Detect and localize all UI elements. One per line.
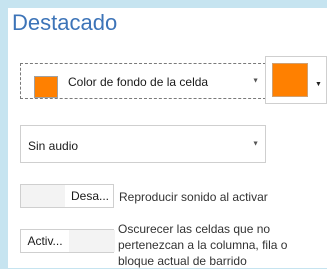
highlight-color-swatch — [34, 76, 58, 98]
color-picker-button[interactable]: ▼ — [265, 56, 327, 104]
toggle-state-label: Activ... — [27, 234, 63, 248]
toggle-on-slot — [69, 230, 115, 252]
description-line: pertenezcan a la columna, fila o — [118, 238, 288, 252]
sound-on-activate-toggle[interactable]: Desa... — [20, 184, 114, 208]
chevron-down-icon[interactable]: ▼ — [252, 78, 259, 85]
section-title: Destacado — [12, 10, 118, 35]
description-line: bloque actual de barrido — [118, 254, 247, 268]
highlight-type-dropdown[interactable]: Color de fondo de la celda ▼ — [20, 63, 266, 99]
toggle-state-label: Desa... — [70, 189, 109, 203]
dim-toggle-description: Oscurecer las celdas que no pertenezcan … — [118, 221, 287, 269]
audio-dropdown[interactable]: Sin audio ▼ — [20, 125, 266, 163]
dim-cells-toggle[interactable]: Activ... — [20, 229, 115, 253]
toggle-off-slot — [21, 185, 65, 207]
highlight-type-value: Color de fondo de la celda — [68, 75, 209, 89]
description-line: Oscurecer las celdas que no — [118, 222, 271, 236]
chevron-down-icon[interactable]: ▼ — [315, 81, 322, 88]
sound-toggle-description: Reproducir sonido al activar — [119, 190, 268, 204]
selected-color-swatch — [272, 63, 308, 97]
audio-value: Sin audio — [28, 139, 79, 153]
chevron-down-icon[interactable]: ▼ — [252, 141, 259, 148]
